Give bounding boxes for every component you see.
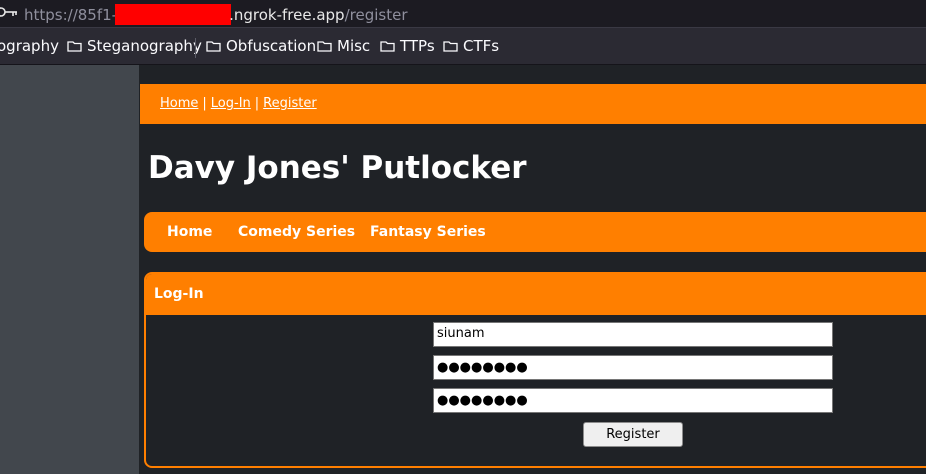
url-path: /register — [344, 6, 408, 24]
folder-icon — [67, 41, 82, 52]
username-field[interactable]: siunam — [433, 322, 833, 347]
web-page: Home | Log-In | Register Davy Jones' Putlock… — [139, 65, 926, 474]
register-button[interactable]: Register — [583, 422, 683, 447]
bookmark-folder-steganography[interactable]: Steganography — [67, 37, 202, 55]
folder-icon — [206, 41, 221, 52]
bookmark-separator — [195, 38, 196, 58]
redaction-bar — [115, 4, 232, 25]
top-link-register[interactable]: Register — [263, 96, 317, 111]
folder-icon — [317, 41, 332, 52]
bookmark-label: Misc — [337, 37, 371, 55]
site-title: Davy Jones' Putlocker — [148, 150, 527, 186]
login-heading: Log-In — [154, 286, 204, 302]
link-separator: | — [254, 96, 260, 111]
bookmark-label: Steganography — [87, 37, 202, 55]
password-field[interactable]: ●●●●●●●● — [433, 355, 833, 380]
login-panel-header: Log-In — [146, 274, 926, 315]
bookmark-label: CTFs — [463, 37, 500, 55]
bookmark-label: TTPs — [400, 37, 435, 55]
bookmark-folder-misc[interactable]: Misc — [317, 37, 370, 55]
bookmark-folder-obfuscation[interactable]: Obfuscation — [206, 37, 316, 55]
bookmark-ography[interactable]: ography — [0, 37, 59, 55]
bookmarks-bar: ography Steganography Obfuscation Misc T… — [0, 27, 926, 65]
bookmark-label: ography — [0, 37, 59, 55]
url-domain: .ngrok-free.app — [229, 6, 345, 24]
folder-icon — [443, 41, 458, 52]
link-separator: | — [202, 96, 207, 111]
bookmark-label: Obfuscation — [226, 37, 317, 55]
main-nav: Home Comedy Series Fantasy Series — [144, 212, 926, 252]
top-links: Home | Log-In | Register — [160, 96, 317, 111]
bookmark-folder-ctfs[interactable]: CTFs — [443, 37, 499, 55]
nav-item-comedy-series[interactable]: Comedy Series — [238, 224, 355, 240]
folder-icon — [380, 41, 395, 52]
key-icon — [0, 7, 17, 17]
top-link-home[interactable]: Home — [160, 96, 198, 111]
side-pane — [0, 65, 139, 474]
top-link-login[interactable]: Log-In — [211, 96, 251, 111]
bookmark-folder-ttps[interactable]: TTPs — [380, 37, 435, 55]
nav-item-home[interactable]: Home — [167, 224, 212, 240]
confirm-password-field[interactable]: ●●●●●●●● — [433, 388, 833, 413]
url-text[interactable]: https://85f1- .ngrok-free.app/register — [24, 4, 408, 25]
url-prefix: https://85f1- — [24, 6, 118, 24]
login-panel: Log-In siunam ●●●●●●●● ●●●●●●●● Register — [144, 272, 926, 468]
top-link-bar: Home | Log-In | Register — [140, 84, 926, 124]
url-bar[interactable]: https://85f1- .ngrok-free.app/register — [0, 0, 926, 27]
nav-item-fantasy-series[interactable]: Fantasy Series — [370, 224, 486, 240]
